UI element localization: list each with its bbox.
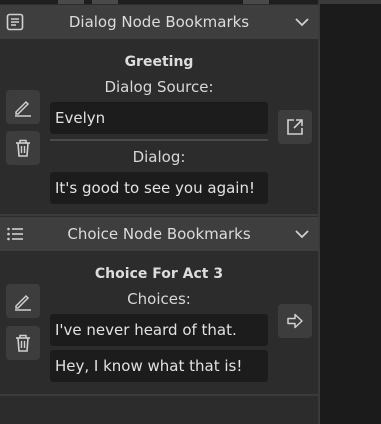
pencil-icon [15,294,31,311]
trash-icon [16,139,30,157]
pencil-icon [15,100,31,117]
choice-bookmarks-title: Choice Node Bookmarks [67,225,251,243]
choice-node-title: Choice For Act 3 [94,266,224,282]
delete-dialog-button[interactable] [6,131,40,165]
canvas-top-border [320,0,381,4]
go-to-choice-node-button[interactable] [278,304,312,338]
list-icon [7,227,23,241]
trash-icon [16,334,30,352]
dialog-text-field[interactable]: It's good to see you again! [50,172,268,204]
choice-option-field[interactable]: I've never heard of that. [50,314,268,346]
dialog-bookmarks-title: Dialog Node Bookmarks [68,13,250,31]
dialog-source-label: Dialog Source: [104,78,214,96]
choice-bookmarks-header[interactable]: Choice Node Bookmarks [0,217,318,251]
choices-label: Choices: [127,290,191,308]
tab-nub [92,0,118,4]
dialog-source-field[interactable]: Evelyn [50,102,268,134]
dialog-node-title: Greeting [124,54,194,70]
bookmarks-panel: Dialog Node Bookmarks Greeting Dialog So… [0,0,318,424]
external-link-icon [287,119,303,135]
field-separator [50,139,268,141]
section-divider [0,214,318,216]
dialog-text-label: Dialog: [132,148,186,166]
edit-choice-button[interactable] [6,284,40,318]
edit-dialog-button[interactable] [6,90,40,124]
delete-choice-button[interactable] [6,326,40,360]
section-divider [0,394,318,396]
choice-option-field[interactable]: Hey, I know what that is! [50,350,268,382]
chevron-down-icon[interactable] [294,15,310,29]
tab-nub [243,0,269,4]
arrow-right-icon [287,313,303,329]
document-lines-icon [6,13,24,31]
chevron-down-icon[interactable] [294,227,310,241]
open-dialog-node-button[interactable] [278,110,312,144]
tab-nub [58,0,84,4]
panel-top-edge [0,0,318,4]
dialog-bookmarks-header[interactable]: Dialog Node Bookmarks [0,5,318,39]
editor-canvas-edge [318,0,381,424]
